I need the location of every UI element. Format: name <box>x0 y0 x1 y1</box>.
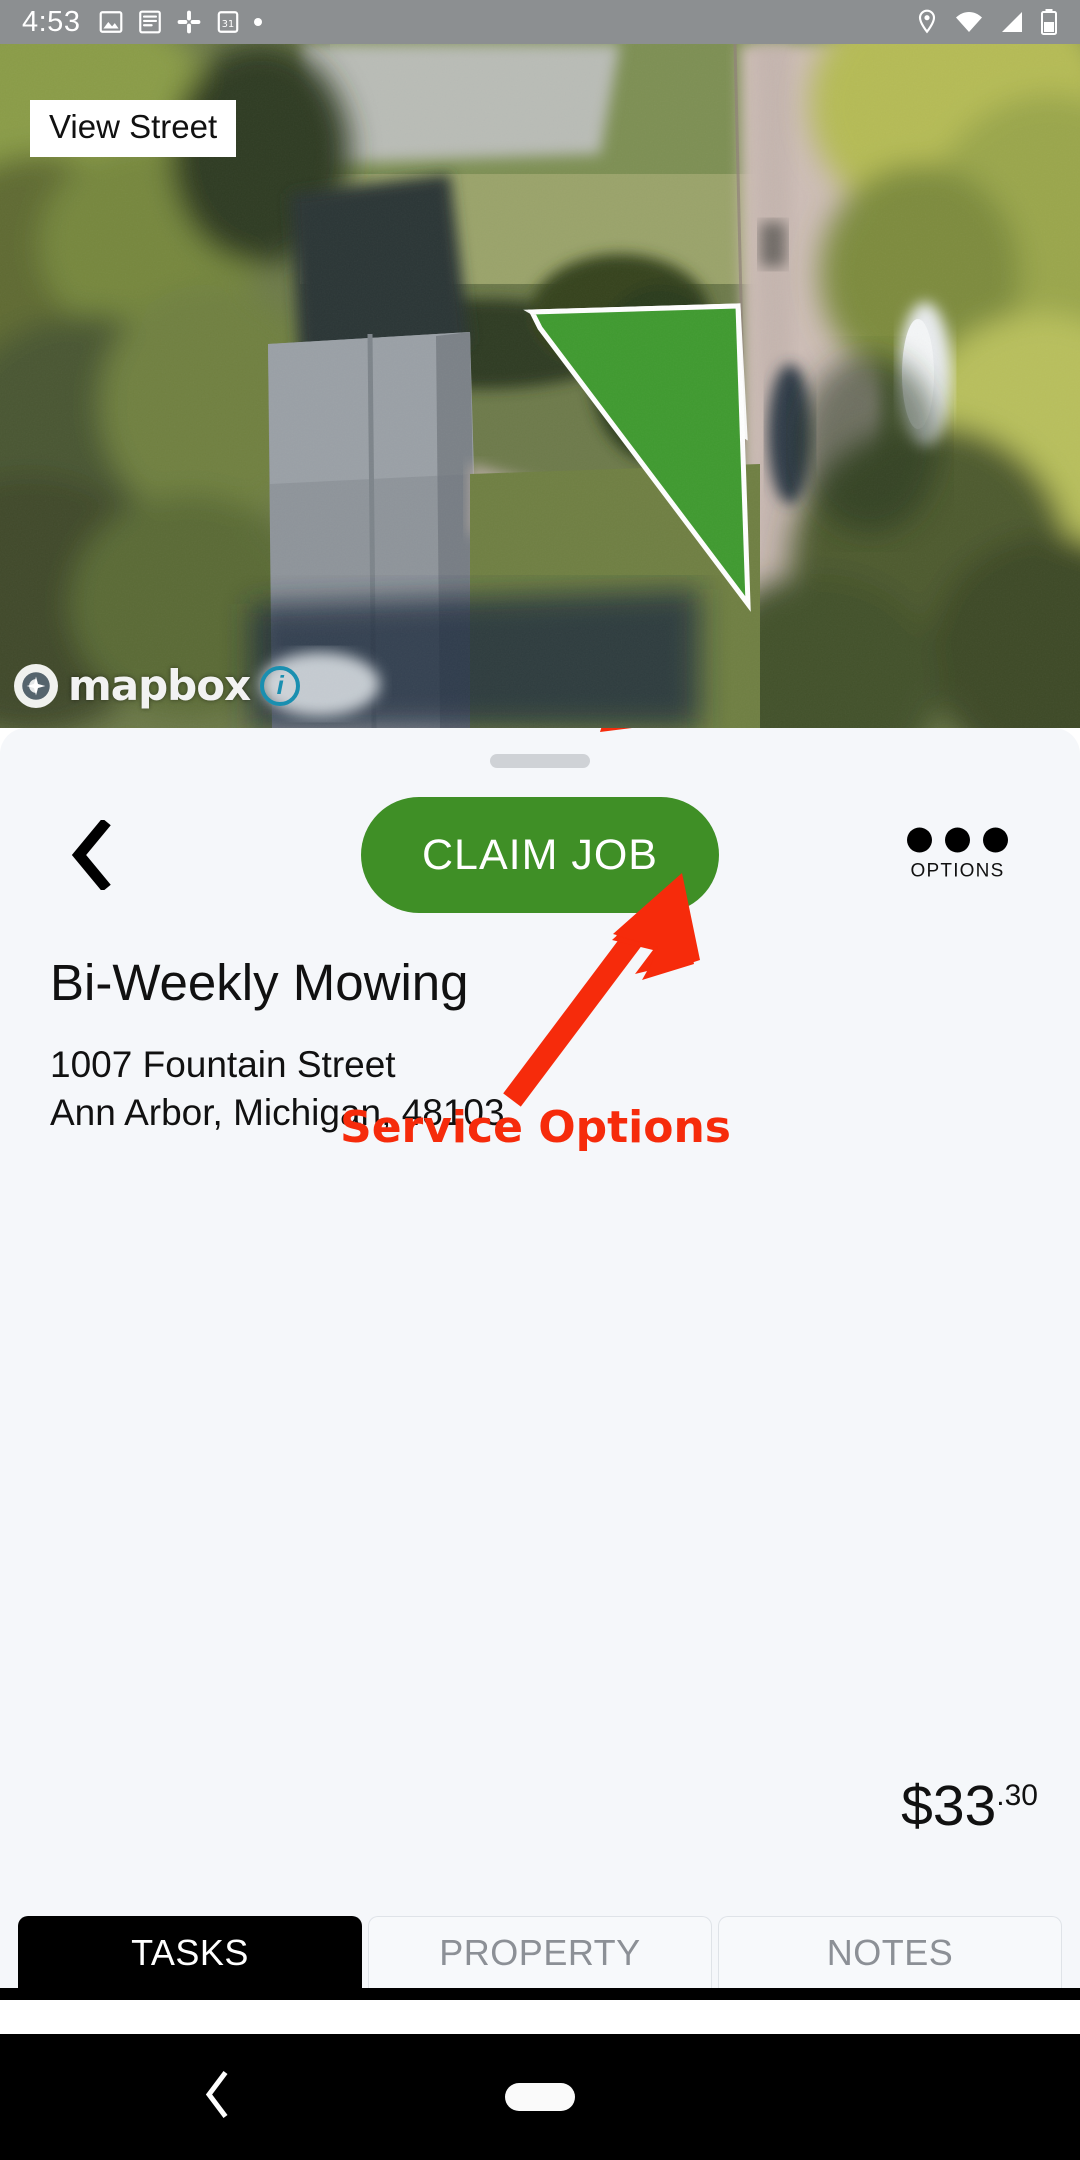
view-street-button[interactable]: View Street <box>30 100 237 158</box>
mapbox-logo-icon <box>14 663 58 708</box>
nav-back-button[interactable] <box>200 2071 234 2124</box>
price-dollars: $33 <box>901 1774 997 1838</box>
status-bar-system-icons <box>914 8 1058 36</box>
status-bar-clock: 4:53 <box>22 5 81 38</box>
cell-signal-icon <box>998 9 1026 35</box>
wifi-icon <box>954 9 984 35</box>
location-pin-icon <box>914 8 940 36</box>
three-dots-icon <box>907 827 1008 853</box>
back-button[interactable] <box>62 820 122 890</box>
mapbox-wordmark: mapbox <box>68 661 251 710</box>
news-icon <box>137 9 163 35</box>
battery-icon <box>1040 8 1058 36</box>
tab-active-underline <box>0 1988 1080 2000</box>
mapbox-attribution[interactable]: mapbox i <box>14 661 301 710</box>
annotation-label: Service Options <box>340 1102 731 1153</box>
android-nav-bar <box>0 2034 1080 2160</box>
image-icon <box>98 9 124 35</box>
tab-property[interactable]: PROPERTY <box>368 1916 712 1988</box>
svg-text:31: 31 <box>222 19 234 30</box>
nav-back-icon <box>205 2071 228 2118</box>
tasks-panel: Start Week: 03/23/2020 Mow & trim areas … <box>0 2000 1080 2034</box>
slack-icon <box>176 9 202 35</box>
map-info-icon[interactable]: i <box>260 665 301 706</box>
sheet-header: CLAIM JOB OPTIONS <box>0 780 1080 930</box>
sheet-drag-handle[interactable] <box>490 754 590 768</box>
price-cents: .30 <box>996 1779 1038 1812</box>
nav-home-button[interactable] <box>505 2083 575 2111</box>
calendar-31-icon: 31 <box>215 9 241 35</box>
claim-job-button[interactable]: CLAIM JOB <box>361 797 719 913</box>
job-title: Bi-Weekly Mowing <box>50 954 469 1011</box>
satellite-map[interactable]: View Street mapbox i <box>0 44 1080 728</box>
job-price: $33.30 <box>901 1778 1038 1835</box>
detail-tabs: TASKS PROPERTY NOTES <box>0 1916 1080 1988</box>
app-screen: 4:53 31 View Street mapbox i CLAIM JOB O… <box>0 0 1080 2160</box>
dot-icon <box>254 18 263 26</box>
address-line-1: 1007 Fountain Street <box>50 1043 396 1085</box>
options-label: OPTIONS <box>910 860 1005 882</box>
status-bar-notification-icons: 31 <box>98 9 263 35</box>
tab-tasks[interactable]: TASKS <box>18 1916 362 1988</box>
chevron-left-icon <box>71 820 111 890</box>
status-bar: 4:53 31 <box>0 0 1080 44</box>
options-menu-button[interactable]: OPTIONS <box>907 827 1008 883</box>
job-detail-sheet: CLAIM JOB OPTIONS Bi-Weekly Mowing 1007 … <box>0 728 1080 2034</box>
tab-notes[interactable]: NOTES <box>718 1916 1062 1988</box>
